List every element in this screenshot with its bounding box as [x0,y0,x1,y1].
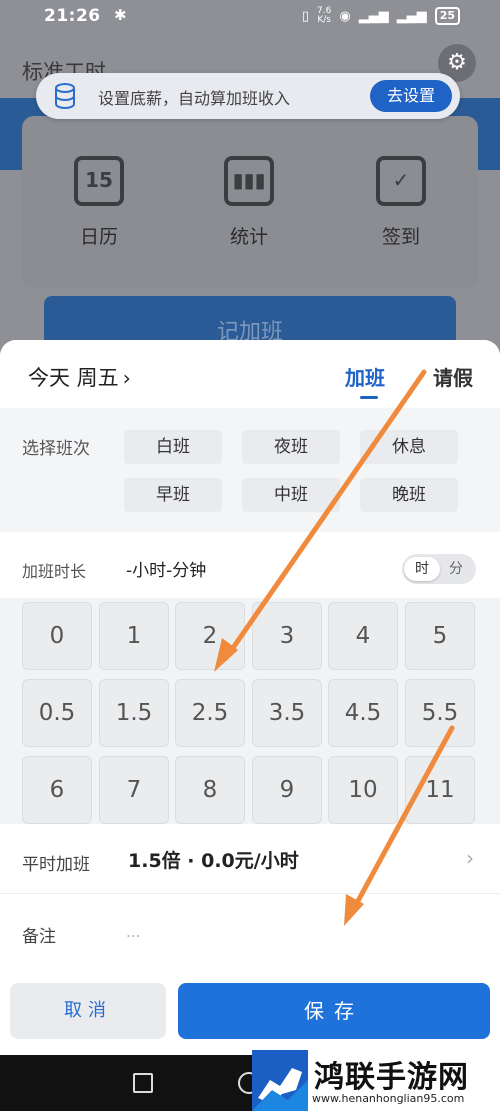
status-time: 21:26 [44,6,101,26]
watermark-url: www.henanhonglian95.com [312,1092,465,1105]
shift-middle[interactable]: 中班 [242,478,340,512]
note-input[interactable] [126,918,466,946]
sheet-header: 今天 周五 › 加班 请假 [0,340,500,408]
key-10[interactable]: 10 [328,756,398,824]
feature-label: 签到 [381,226,420,248]
save-button[interactable]: 保存 [178,983,490,1039]
feature-label: 日历 [79,226,118,248]
hotspot-icon: ◉ [339,8,351,24]
unit-toggle[interactable]: 时 分 [402,554,476,584]
duration-value: -小时-分钟 [126,561,207,581]
banner-text: 设置底薪，自动算加班收入 [98,89,291,108]
key-8[interactable]: 8 [175,756,245,824]
shift-evening[interactable]: 晚班 [360,478,458,512]
shift-label: 选择班次 [22,439,90,459]
status-icons: ▯ 7.6 K/s ◉ ▂▄▆ ▂▄▆ 25 [302,7,460,25]
chevron-right-icon: › [122,366,131,390]
vibrate-icon: ▯ [301,8,310,24]
watermark-logo-icon [252,1050,308,1111]
duration-label: 加班时长 [22,562,87,581]
toggle-hour[interactable]: 时 [404,557,440,581]
date-label: 今天 周五 [28,366,119,390]
feature-calendar[interactable]: 15 日历 [44,156,154,249]
active-tab-indicator [360,396,378,399]
go-settings-button[interactable]: 去设置 [370,80,452,112]
note-label: 备注 [22,927,56,947]
salary-banner[interactable]: 设置底薪，自动算加班收入 去设置 [36,73,460,119]
bluetooth-icon: ✱ [114,6,127,24]
overtime-rate-value: 1.5倍 · 0.0元/小时 [128,850,299,872]
key-11[interactable]: 11 [405,756,475,824]
checkin-icon: ✓ [376,156,426,206]
chevron-right-icon: › [466,846,474,870]
network-speed: 7.6 K/s [317,6,332,25]
overtime-rate-row[interactable]: 平时加班 1.5倍 · 0.0元/小时 › [0,824,500,894]
signal-icon-2: ▂▄▆ [396,8,427,24]
key-5-5[interactable]: 5.5 [405,679,475,747]
shift-section: 选择班次 白班 夜班 休息 早班 中班 晚班 [0,408,500,532]
overtime-sheet: 今天 周五 › 加班 请假 选择班次 白班 夜班 休息 早班 中班 晚班 加班时长… [0,340,500,1055]
status-bar: 21:26 ✱ ▯ 7.6 K/s ◉ ▂▄▆ ▂▄▆ 25 [0,0,500,34]
key-3[interactable]: 3 [252,602,322,670]
duration-row: 加班时长 -小时-分钟 时 分 [0,536,500,598]
cancel-button[interactable]: 取消 [10,983,166,1039]
signal-icon: ▂▄▆ [358,8,389,24]
key-9[interactable]: 9 [252,756,322,824]
shift-morning[interactable]: 早班 [124,478,222,512]
key-0-5[interactable]: 0.5 [22,679,92,747]
database-icon [55,83,75,109]
shift-rest[interactable]: 休息 [360,430,458,464]
note-row: 备注 [0,894,500,968]
feature-label: 统计 [229,226,268,248]
toggle-minute[interactable]: 分 [438,557,474,581]
key-1[interactable]: 1 [99,602,169,670]
key-4[interactable]: 4 [328,602,398,670]
key-4-5[interactable]: 4.5 [328,679,398,747]
shift-night[interactable]: 夜班 [242,430,340,464]
duration-keypad: 0 1 2 3 4 5 0.5 1.5 2.5 3.5 4.5 5.5 6 7 … [0,598,500,828]
key-2-5[interactable]: 2.5 [175,679,245,747]
watermark-title: 鸿联手游网 [314,1060,469,1095]
watermark: 鸿联手游网 www.henanhonglian95.com [252,1050,500,1111]
tab-leave[interactable]: 请假 [433,362,473,391]
shift-day[interactable]: 白班 [124,430,222,464]
key-2[interactable]: 2 [175,602,245,670]
key-3-5[interactable]: 3.5 [252,679,322,747]
feature-stats[interactable]: ▮▮▮ 统计 [194,156,304,249]
date-selector[interactable]: 今天 周五 › [28,362,131,392]
battery-icon: 25 [434,7,460,25]
calendar-icon: 15 [74,156,124,206]
tab-overtime[interactable]: 加班 [345,362,385,391]
bar-chart-icon: ▮▮▮ [224,156,274,206]
key-7[interactable]: 7 [99,756,169,824]
key-6[interactable]: 6 [22,756,92,824]
feature-checkin[interactable]: ✓ 签到 [346,156,456,249]
key-5[interactable]: 5 [405,602,475,670]
overtime-rate-label: 平时加班 [22,855,90,875]
recents-icon[interactable] [133,1073,153,1093]
key-1-5[interactable]: 1.5 [99,679,169,747]
key-0[interactable]: 0 [22,602,92,670]
